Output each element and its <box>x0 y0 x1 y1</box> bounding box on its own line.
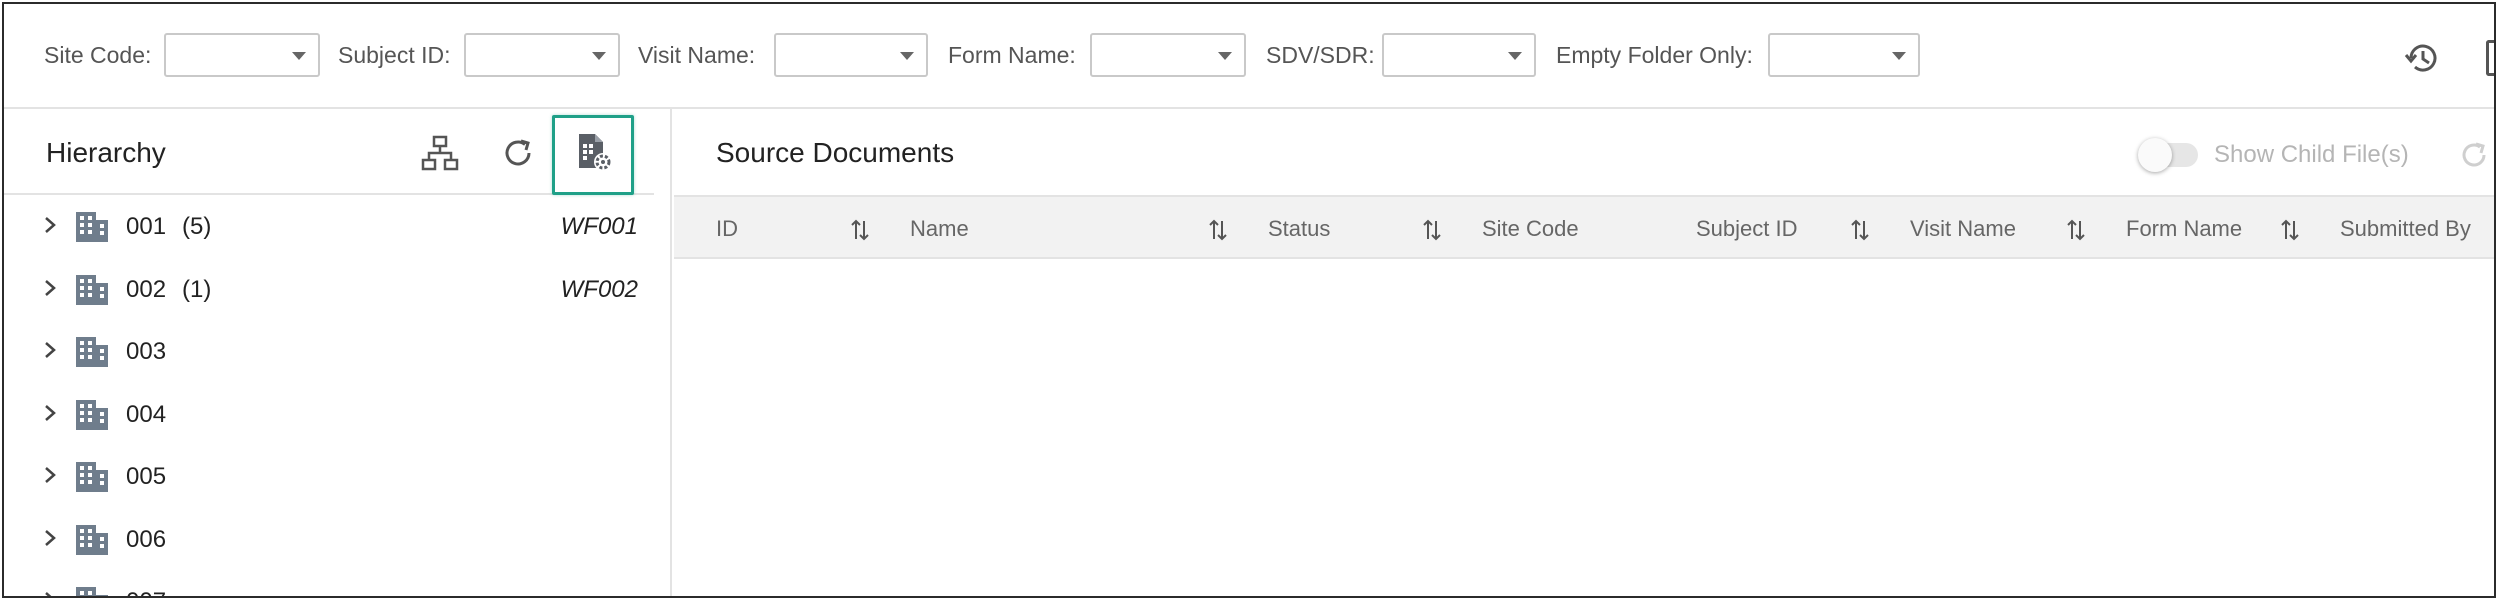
sdv-sdr-select[interactable] <box>1382 33 1536 77</box>
site-code: 002 <box>126 275 167 303</box>
visit-name-label: Visit Name: <box>638 42 756 68</box>
form-name-label: Form Name: <box>948 42 1076 68</box>
caret-down-icon <box>1892 52 1906 60</box>
document-settings-icon <box>579 134 612 171</box>
building-icon <box>76 587 108 596</box>
empty-folder-only-label: Empty Folder Only: <box>1556 42 1753 68</box>
caret-down-icon <box>292 52 306 60</box>
refresh-icon <box>2462 142 2486 167</box>
column-header-submitted-by[interactable]: Submitted By <box>2340 216 2471 242</box>
column-header-status[interactable]: Status <box>1268 216 1330 242</box>
documents-grid-header: ID Name Status Site Code Subject ID Visit Nam… <box>674 195 2494 259</box>
building-icon <box>76 337 108 367</box>
tree-node[interactable]: 007 <box>4 570 654 598</box>
building-icon <box>76 524 108 555</box>
site-code: 004 <box>126 400 167 428</box>
sort-icon[interactable] <box>2280 217 2300 243</box>
workflow-label: WF001 <box>560 213 638 240</box>
subject-id-label: Subject ID: <box>338 42 451 68</box>
tree-node[interactable]: 002 (1) WF002 <box>4 258 654 320</box>
documents-refresh-button[interactable] <box>2454 135 2494 175</box>
caret-down-icon <box>1218 52 1232 60</box>
sort-icon[interactable] <box>1208 217 1228 243</box>
item-count: (1) <box>182 275 212 303</box>
tree-node[interactable]: 004 <box>4 383 654 445</box>
sort-icon[interactable] <box>850 217 870 243</box>
panel-toggle-button[interactable] <box>2486 40 2494 76</box>
site-code: 003 <box>126 338 167 365</box>
column-header-name[interactable]: Name <box>910 216 969 242</box>
site-code-select[interactable] <box>164 33 320 77</box>
hierarchy-panel: Hierarchy 001 (5) WF001 002 (1) WF002 00… <box>4 109 672 596</box>
chevron-right-icon[interactable] <box>40 588 60 598</box>
show-child-files-label: Show Child File(s) <box>2214 141 2409 168</box>
chevron-right-icon[interactable] <box>40 213 60 237</box>
caret-down-icon <box>1508 52 1522 60</box>
sort-icon[interactable] <box>1422 217 1442 243</box>
form-name-select[interactable] <box>1090 33 1246 77</box>
chevron-right-icon[interactable] <box>40 526 60 550</box>
document-settings-button[interactable] <box>571 130 615 174</box>
visit-name-select[interactable] <box>774 33 928 77</box>
building-icon <box>76 274 108 305</box>
source-documents-panel: Source Documents Show Child File(s) ID Na… <box>674 109 2494 596</box>
source-documents-title: Source Documents <box>716 137 955 168</box>
chevron-right-icon[interactable] <box>40 338 60 362</box>
subject-id-select[interactable] <box>464 33 620 77</box>
filter-bar: Site Code: Subject ID: Visit Name: Form … <box>4 4 2494 109</box>
tree-node[interactable]: 005 <box>4 445 654 507</box>
refresh-icon <box>505 139 531 166</box>
caret-down-icon <box>900 52 914 60</box>
chevron-right-icon[interactable] <box>40 463 60 487</box>
chevron-right-icon[interactable] <box>40 276 60 300</box>
empty-folder-only-select[interactable] <box>1768 33 1920 77</box>
sort-icon[interactable] <box>2066 217 2086 243</box>
site-code: 006 <box>126 525 167 553</box>
workflow-label: WF002 <box>560 275 638 303</box>
chevron-right-icon[interactable] <box>40 401 60 425</box>
org-chart-icon <box>421 135 459 171</box>
column-header-subject-id[interactable]: Subject ID <box>1696 216 1798 242</box>
hierarchy-title: Hierarchy <box>46 137 166 168</box>
history-icon <box>2404 44 2437 72</box>
site-code: 007 <box>126 588 166 596</box>
hierarchy-refresh-button[interactable] <box>496 131 540 175</box>
tree-node[interactable]: 006 <box>4 508 654 570</box>
item-count: (5) <box>182 213 212 240</box>
site-code: 001 <box>126 213 167 240</box>
column-header-id[interactable]: ID <box>716 216 738 242</box>
building-icon <box>76 212 108 242</box>
app-window: Site Code: Subject ID: Visit Name: Form … <box>2 2 2496 598</box>
caret-down-icon <box>592 52 606 60</box>
tree-node[interactable]: 001 (5) WF001 <box>4 195 654 257</box>
tree-node[interactable]: 003 <box>4 320 654 382</box>
sdv-sdr-label: SDV/SDR: <box>1266 42 1375 68</box>
column-header-form-name[interactable]: Form Name <box>2126 216 2242 242</box>
column-header-site-code[interactable]: Site Code <box>1482 216 1579 242</box>
hierarchy-header: Hierarchy <box>4 109 654 195</box>
site-code-label: Site Code: <box>44 42 152 68</box>
site-code: 005 <box>126 463 167 490</box>
toggle-knob[interactable] <box>2138 138 2172 172</box>
building-icon <box>76 399 108 430</box>
building-icon <box>76 462 108 492</box>
column-header-visit-name[interactable]: Visit Name <box>1910 216 2016 242</box>
history-button[interactable] <box>2402 38 2442 78</box>
sort-icon[interactable] <box>1850 217 1870 243</box>
hierarchy-view-button[interactable] <box>418 131 462 175</box>
